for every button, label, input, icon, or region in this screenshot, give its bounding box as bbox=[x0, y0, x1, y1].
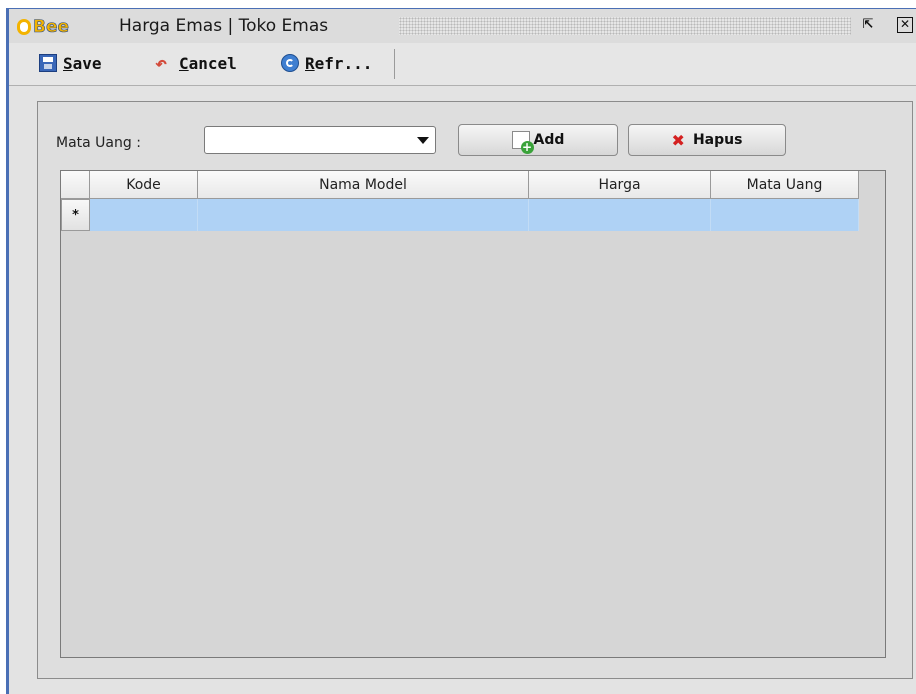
header-row-indicator bbox=[61, 171, 90, 199]
toolbar-divider bbox=[394, 49, 395, 79]
column-header-nama-model[interactable]: Nama Model bbox=[198, 171, 529, 199]
content-panel: Mata Uang : Add ✖ Hapus Kode Nama Model … bbox=[37, 101, 913, 679]
title-drag-area[interactable] bbox=[399, 17, 851, 35]
restore-icon[interactable]: ⇱ bbox=[860, 17, 876, 33]
save-label: ave bbox=[72, 53, 102, 73]
bee-logo-icon bbox=[17, 19, 31, 35]
add-document-icon bbox=[511, 131, 534, 154]
bee-logo-text: Bee bbox=[33, 17, 70, 38]
refresh-mnemonic: R bbox=[305, 53, 315, 73]
add-button[interactable]: Add bbox=[458, 124, 618, 156]
column-header-mata-uang[interactable]: Mata Uang bbox=[711, 171, 859, 199]
harga-table[interactable]: Kode Nama Model Harga Mata Uang * bbox=[60, 170, 886, 658]
refresh-label: efr... bbox=[314, 53, 373, 73]
column-header-harga[interactable]: Harga bbox=[529, 171, 711, 199]
cancel-label: ancel bbox=[188, 53, 237, 73]
table-row-new[interactable]: * bbox=[61, 199, 859, 231]
window-title: Harga Emas | Toko Emas bbox=[119, 16, 329, 36]
undo-arrow-icon: ↶ bbox=[155, 51, 168, 75]
refresh-icon bbox=[281, 54, 299, 72]
app-window: Bee Harga Emas | Toko Emas ⇱ ✕ Save ↶ Ca… bbox=[6, 8, 916, 694]
bee-logo: Bee bbox=[17, 17, 69, 37]
cell-kode[interactable] bbox=[90, 199, 198, 231]
mata-uang-select[interactable] bbox=[204, 126, 436, 154]
hapus-button[interactable]: ✖ Hapus bbox=[628, 124, 786, 156]
close-icon[interactable]: ✕ bbox=[897, 17, 913, 33]
toolbar: Save ↶ Cancel Refr... bbox=[9, 43, 916, 86]
new-row-marker[interactable]: * bbox=[61, 199, 90, 231]
save-button[interactable]: Save bbox=[39, 51, 102, 75]
hapus-label: Hapus bbox=[692, 132, 743, 148]
mata-uang-label: Mata Uang : bbox=[56, 135, 141, 151]
column-header-kode[interactable]: Kode bbox=[90, 171, 198, 199]
cell-nama-model[interactable] bbox=[198, 199, 529, 231]
title-bar[interactable]: Bee Harga Emas | Toko Emas ⇱ ✕ bbox=[9, 9, 916, 44]
save-mnemonic: S bbox=[63, 53, 73, 73]
delete-x-icon: ✖ bbox=[671, 130, 685, 150]
chevron-down-icon[interactable] bbox=[417, 137, 429, 144]
add-label: Add bbox=[533, 132, 565, 148]
cancel-button[interactable]: ↶ Cancel bbox=[155, 51, 237, 75]
cell-harga[interactable] bbox=[529, 199, 711, 231]
table-header: Kode Nama Model Harga Mata Uang bbox=[61, 171, 859, 199]
refresh-button[interactable]: Refr... bbox=[281, 51, 372, 75]
floppy-disk-icon bbox=[39, 54, 57, 72]
cancel-mnemonic: C bbox=[179, 53, 189, 73]
cell-mata-uang[interactable] bbox=[711, 199, 859, 231]
